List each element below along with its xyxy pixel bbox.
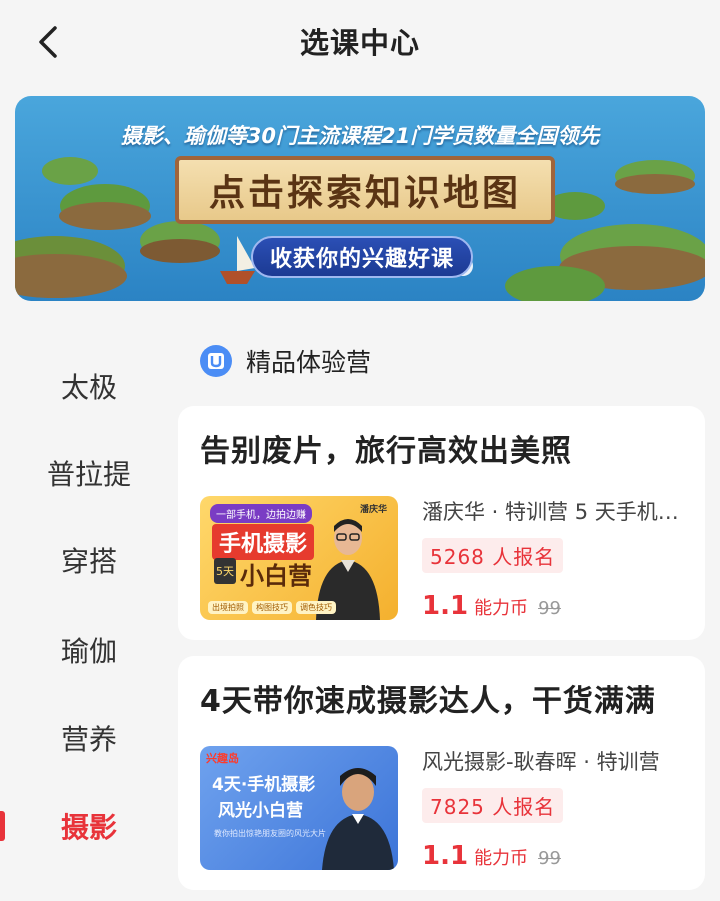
knowledge-map-banner[interactable]: 摄影、瑜伽等30门主流课程21门学员数量全国领先 点击探索知识地图 收获你的兴趣… [15,96,705,301]
course-thumbnail: 兴趣岛 4天·手机摄影 风光小白营 教你拍出惊艳朋友圈的风光大片 [200,746,398,870]
thumbnail-chips: 出境拍照 构图技巧 调色技巧 [208,601,336,614]
thumbnail-tag: 一部手机，边拍边赚 [210,504,312,523]
course-title: 4天带你速成摄影达人，干货满满 [200,684,656,719]
sidebar-item-photography[interactable]: 摄影 [0,796,178,856]
price-row: 1.1 能力币 99 [422,591,690,621]
thumbnail-subtitle: 小白营 [240,562,312,590]
thumbnail-chip: 调色技巧 [296,601,336,614]
banner-headline: 摄影、瑜伽等30门主流课程21门学员数量全国领先 [120,124,600,148]
sidebar-item-outfit[interactable]: 穿搭 [0,530,178,590]
enrolled-badge: 5268 人报名 [422,538,564,573]
page-title: 选课中心 [299,26,420,60]
sidebar-item-pilates[interactable]: 普拉提 [0,443,178,503]
section-header: 精品体验营 [200,343,371,379]
course-card[interactable]: 4天带你速成摄影达人，干货满满 兴趣岛 4天·手机摄影 风光小白营 教你拍出惊艳… [178,656,705,890]
course-subtitle: 潘庆华 · 特训营 5 天手机摄影小白营 [422,500,690,524]
instructor-photo [322,768,394,870]
sidebar-item-taiji[interactable]: 太极 [0,356,178,416]
thumbnail-chip: 构图技巧 [252,601,292,614]
course-price: 1.1 [422,591,469,621]
thumbnail-title: 手机摄影 [212,524,314,560]
banner-cta-button[interactable]: 收获你的兴趣好课 [251,236,473,278]
original-price: 99 [538,598,561,619]
price-unit: 能力币 [474,848,529,869]
course-card[interactable]: 告别废片，旅行高效出美照 一部手机，边拍边赚 手机摄影 5天 小白营 潘庆华 出… [178,406,705,640]
original-price: 99 [538,848,561,869]
course-thumbnail: 一部手机，边拍边赚 手机摄影 5天 小白营 潘庆华 出境拍照 构图技巧 调色技巧 [200,496,398,620]
thumbnail-title: 4天·手机摄影 [212,775,316,795]
price-unit: 能力币 [474,598,529,619]
banner-board: 点击探索知识地图 [175,156,555,224]
sidebar-item-yoga[interactable]: 瑜伽 [0,620,178,680]
camp-icon [200,345,232,377]
section-title: 精品体验营 [246,348,372,377]
thumbnail-caption: 教你拍出惊艳朋友圈的风光大片 [214,829,326,838]
course-info: 风光摄影-耿春晖 · 特训营 7825 人报名 1.1 能力币 99 [422,746,690,871]
thumbnail-days: 5天 [214,558,236,584]
course-subtitle: 风光摄影-耿春晖 · 特训营 [422,750,660,774]
course-info: 潘庆华 · 特训营 5 天手机摄影小白营 5268 人报名 1.1 能力币 99 [422,496,690,621]
course-title: 告别废片，旅行高效出美照 [200,434,572,469]
header: 选课中心 [0,0,720,84]
enrolled-badge: 7825 人报名 [422,788,564,823]
thumbnail-subtitle: 风光小白营 [218,801,303,821]
price-row: 1.1 能力币 99 [422,841,690,871]
sidebar-item-nutrition[interactable]: 营养 [0,708,178,768]
thumbnail-chip: 出境拍照 [208,601,248,614]
sidebar-active-indicator [0,811,5,841]
thumbnail-logo: 兴趣岛 [206,752,239,765]
course-price: 1.1 [422,841,469,871]
